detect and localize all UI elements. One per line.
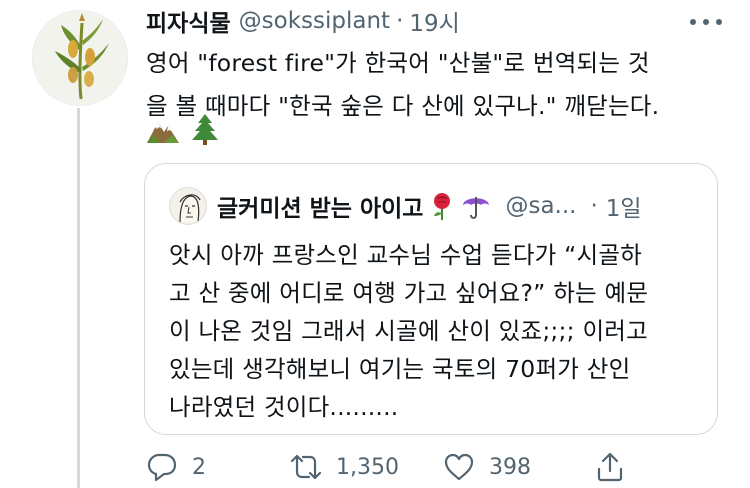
separator-dot: · [396, 8, 404, 34]
more-dot [716, 19, 722, 25]
quoted-text-line: 고 산 중에 어디로 여행 가고 싶어요?” 하는 예문 [169, 279, 649, 307]
quoted-text-line: 있는데 생각해보니 여기는 국토의 70퍼가 산인 [169, 355, 631, 383]
author-avatar[interactable] [32, 10, 128, 106]
umbrella-emoji [463, 197, 490, 219]
retweet-count: 1,350 [336, 454, 399, 480]
quoted-tweet-timestamp[interactable]: 1일 [606, 189, 642, 223]
rose-emoji [434, 193, 451, 220]
emoji-row [146, 112, 222, 146]
retweet-button[interactable]: 1,350 [290, 446, 399, 488]
reply-button[interactable]: 2 [146, 446, 206, 488]
tweet-timestamp[interactable]: 19시 [409, 4, 459, 38]
like-button[interactable]: 398 [443, 446, 531, 488]
retweet-icon [290, 454, 322, 480]
corn-plant-icon [55, 13, 109, 100]
tweet-header: 피자식물 @sokssiplant · 19시 [146, 4, 460, 38]
thread-line [77, 108, 80, 488]
author-handle[interactable]: @sokssiplant [239, 8, 390, 34]
more-dot [703, 19, 709, 25]
share-button[interactable] [594, 446, 626, 488]
quoted-tweet-text: 앗시 아까 프랑스인 교수님 수업 듣다가 “시골하 고 산 중에 어디로 여행… [169, 236, 699, 426]
reply-icon [147, 453, 177, 482]
more-icon[interactable] [686, 8, 726, 36]
quoted-text-line: 나라였던 것이다......... [169, 393, 399, 421]
more-dot [690, 19, 696, 25]
quoted-text-line: 앗시 아까 프랑스인 교수님 수업 듣다가 “시골하 [169, 241, 642, 269]
quoted-author-handle[interactable]: @sa... [505, 193, 576, 219]
author-display-name[interactable]: 피자식물 [146, 4, 231, 38]
quoted-author-avatar[interactable] [169, 187, 207, 225]
tweet-text: 영어 "forest fire"가 한국어 "산불"로 번역되는 것 을 볼 때… [146, 42, 726, 128]
share-icon [597, 452, 623, 482]
like-count: 398 [489, 454, 531, 480]
separator-dot: · [590, 193, 598, 219]
tweet-actions-bar: 2 1,350 398 [146, 446, 746, 488]
quoted-tweet-header: 글커미션 받는 아이고 @sa... · 1일 [169, 186, 642, 226]
quoted-author-display-name[interactable]: 글커미션 받는 아이고 [217, 189, 423, 223]
mountain-emoji [147, 122, 179, 143]
quoted-text-line: 이 나온 것임 그래서 시골에 산이 있죠;;;; 이러고 [169, 317, 648, 345]
tweet-text-line: 영어 "forest fire"가 한국어 "산불"로 번역되는 것 [146, 49, 650, 77]
reply-count: 2 [192, 454, 206, 480]
quoted-tweet-card[interactable]: 글커미션 받는 아이고 @sa... · 1일 앗시 아까 프랑스인 교수님 수… [144, 163, 718, 435]
like-icon [444, 453, 474, 481]
evergreen-tree-emoji [192, 114, 218, 145]
portrait-sketch-icon [179, 194, 201, 223]
tweet-text-line: 을 볼 때마다 "한국 숲은 다 산에 있구나." 깨닫는다. [146, 92, 660, 120]
